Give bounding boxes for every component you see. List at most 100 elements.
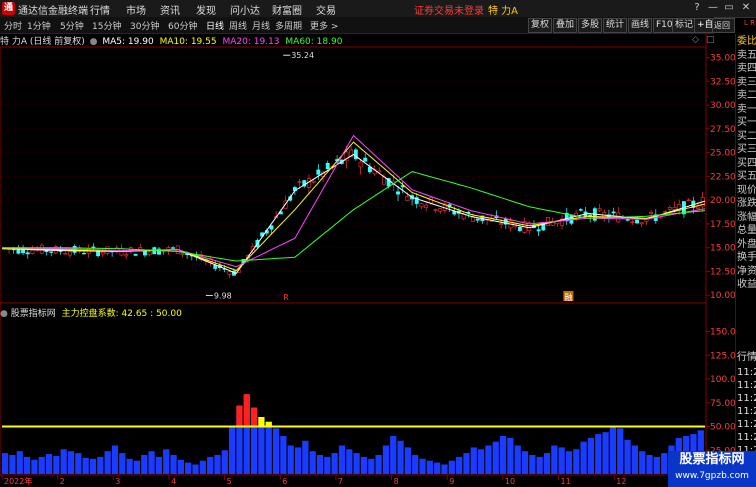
indicator-bar [38,456,45,474]
indicator-bar [580,441,587,474]
tick-time: 11:27 [737,419,756,430]
indicator-bar [543,453,551,474]
candle-body [377,170,382,173]
indicator-bar [536,456,543,474]
tick-time: 11:26 [737,380,756,391]
candle-body [124,254,129,257]
indicator-bar [155,456,163,474]
date-tick-label: 6 [282,477,287,486]
candle-body [419,203,424,208]
candle-body [49,251,54,253]
date-tick-label: 10 [505,477,515,486]
candle-body [30,249,35,254]
candle-body [546,217,550,226]
candle-body [536,229,541,232]
indicator-bar [104,451,111,474]
quote-field-label: 涨幅 [737,211,756,223]
candle-body [649,211,654,214]
date-tick-label: 9 [449,477,454,486]
mini-lr-label[interactable]: L R [744,19,755,27]
indicator-bar [426,460,433,474]
candle-body [499,223,504,225]
site-watermark: 股票指标网 www.7gpzb.com [668,451,756,487]
indicator-bar [133,460,141,474]
quote-field-label: 委比 [737,36,756,47]
indicator-bar [280,436,287,474]
date-tick-label: 5 [227,477,232,486]
indicator-bar [16,451,23,474]
candle-body [180,253,185,255]
candle-body [63,253,68,255]
indicator-bar [397,440,404,474]
indicator-bar [126,458,133,474]
indicator-bar [353,453,360,474]
date-tick-label: 12 [616,477,626,486]
price-tick-label: 10.00 [710,291,735,301]
indicator-bar [485,445,492,474]
indicator-bars [2,394,705,474]
indicator-bar [338,445,346,474]
indicator-bar [448,460,455,474]
indicator-tick-label: 125.0 [710,351,735,361]
indicator-bar [609,426,617,474]
indicator-bar [463,453,470,474]
kline-chart[interactable]: 35.00 32.50 30.00 27.50 25.00 22.50 20.00 17.50… [0,0,735,487]
indicator-bar [521,451,529,474]
watermark-title: 股票指标网 [679,452,745,467]
indicator-bar [2,453,9,474]
close-icon[interactable]: ✕ [739,1,753,15]
price-tick-label: 30.00 [710,101,735,111]
indicator-bar-highlight [258,417,265,427]
indicator-bar [441,464,448,474]
indicator-bar [456,456,463,474]
candle-body [578,209,583,211]
indicator-bar [23,456,31,474]
indicator-bar [60,449,67,474]
ma5-line [1,153,706,275]
price-tick-label: 27.50 [710,125,735,135]
indicator-bar [185,462,192,474]
indicator-bar [229,426,236,474]
candle-body [611,211,616,214]
indicator-tick-label: 75.00 [710,399,735,409]
quote-field-label: 换手 [737,252,756,263]
candle-body [213,265,218,269]
indicator-bar [419,458,426,474]
indicator-bar [272,428,280,474]
candle-body [639,222,644,225]
quote-field-label: 净资 [737,265,756,277]
indicator-bar [214,455,221,474]
indicator-bar [265,421,272,474]
candlesticks [2,145,705,279]
candle-body [517,226,522,231]
candle-body [471,217,475,222]
indicator-bar-highlight [250,407,258,427]
indicator-bar [31,459,38,474]
indicator-bar [477,449,485,474]
indicator-bar [221,450,228,474]
indicator-bar [434,462,441,474]
indicator-bar [9,455,16,474]
candle-body [363,157,368,162]
indicator-bar [119,453,126,474]
indicator-bar [302,440,309,474]
indicator-bar [199,460,206,474]
candle-body [91,246,96,249]
quote-field-label: 收益 [737,279,756,290]
quote-field-label: 卖三 [737,76,756,88]
quote-field-label: 买四 [737,157,756,169]
date-tick-label: 8 [394,477,399,486]
indicator-bar [177,459,184,474]
indicator-bar [324,456,331,474]
market-tab[interactable]: 行情 [737,352,756,364]
candle-body [635,219,639,224]
price-tick-label: 25.00 [710,149,735,159]
indicator-bar [45,454,53,474]
date-tick-label: 3 [115,477,120,486]
main-pane-frame [0,46,707,304]
indicator-bar [163,449,170,474]
indicator-bar-highlight [243,394,250,427]
candle-body [433,209,438,211]
candle-body [663,211,668,213]
candle-body [358,161,363,168]
